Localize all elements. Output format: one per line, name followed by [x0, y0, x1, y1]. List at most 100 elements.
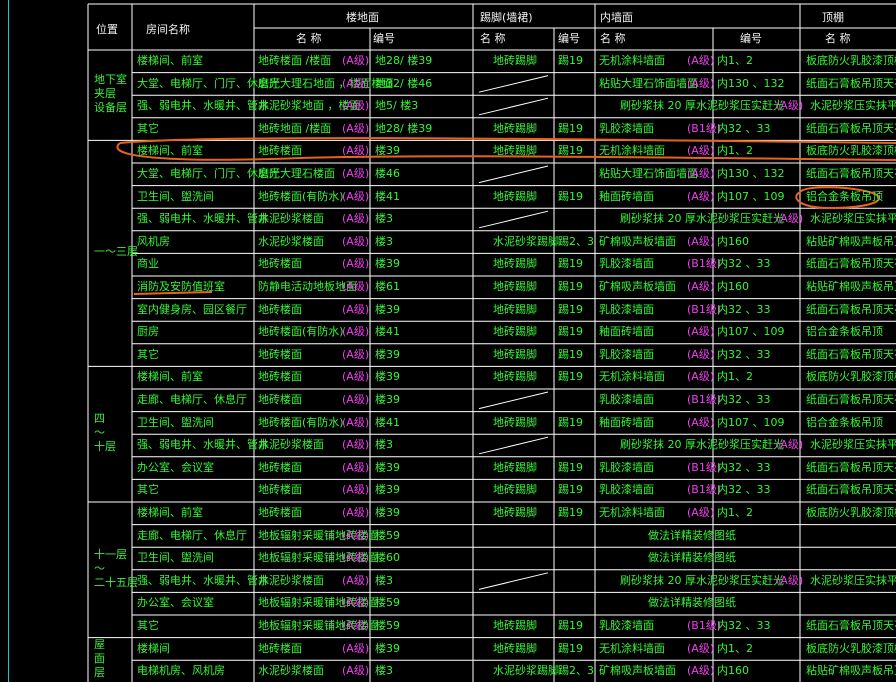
- wall-finish: 矿棉吸声板墙面: [599, 664, 676, 678]
- skirting-code: 踢2、3: [558, 234, 594, 248]
- skirting-code-header: 编号: [558, 32, 580, 45]
- ceiling-name-header: 名 称: [825, 32, 851, 45]
- skirting-code: 踢2、3: [558, 664, 594, 678]
- wall-finish: 釉面砖墙面: [599, 325, 654, 339]
- skirting-finish: 水泥砂浆踢脚: [493, 664, 559, 678]
- wall-finish: 矿棉吸声板墙面: [599, 234, 676, 248]
- floor-fire-class: (A级): [342, 664, 370, 678]
- wall-finish: 无机涂料墙面: [599, 144, 665, 158]
- floor-code: 楼59: [375, 528, 400, 542]
- wall-finish: 乳胶漆墙面: [599, 393, 654, 406]
- ceiling-finish: 水泥砂浆压实抹平: [810, 99, 896, 113]
- wall-finish: 无机涂料墙面: [599, 506, 665, 519]
- ceiling-finish: 铝合金条板吊顶: [806, 415, 883, 429]
- floor-finish: 水泥砂浆楼面: [258, 438, 324, 452]
- floor-fire-class: (A级): [342, 483, 370, 497]
- floor-finish: 地砖楼面: [258, 302, 302, 316]
- wall-finish: 乳胶漆墙面: [599, 347, 654, 361]
- wall-finish: 釉面砖墙面: [599, 415, 654, 429]
- wall-code-header: 编号: [740, 32, 762, 45]
- wall-fire-class: (A级): [687, 167, 715, 180]
- skirting-code: 踢19: [558, 257, 583, 271]
- floor-fire-class: (A级): [342, 280, 370, 293]
- floor-finish: 地砖楼面(有防水): [258, 325, 344, 339]
- room-name: 楼梯间: [137, 641, 170, 655]
- floor-finish: 地砖楼面: [258, 144, 302, 158]
- empty-cell-slash: [478, 210, 549, 229]
- cad-drawing-canvas: 位置 房间名称 楼地面 踢脚(墙裙) 内墙面 顶棚 名 称 编号 名 称 编号 …: [0, 0, 896, 682]
- wall-fire-class: (A级): [687, 144, 715, 158]
- skirting-finish: 地砖踢脚: [493, 302, 537, 316]
- wall-code: 内32 、33: [717, 302, 771, 316]
- group-label: 夹层: [94, 87, 116, 101]
- floor-code: 楼41: [375, 325, 400, 339]
- floor-name-header: 名 称: [296, 32, 322, 45]
- skirting-code: 踢19: [558, 506, 583, 519]
- ceiling-finish: 纸面石膏板吊顶天花板: [806, 302, 896, 316]
- floor-fire-class: (A级): [342, 167, 370, 180]
- wall-fire-class: (A级): [687, 280, 715, 293]
- wall-code: 内160: [717, 234, 749, 248]
- skirting-code: 踢19: [558, 280, 583, 293]
- wall-fire-class: (A级): [687, 76, 715, 90]
- floor-fire-class: (A级): [342, 506, 370, 519]
- floor-fire-class: (A级): [342, 528, 370, 542]
- room-name: 走廊、电梯厅、休息厅: [137, 393, 247, 406]
- group-label: 二十五层: [94, 575, 138, 589]
- wall-finish: 粘贴大理石饰面墙面: [599, 76, 698, 90]
- floor-fire-class: (A级): [342, 551, 370, 565]
- floor-code: 楼39: [375, 347, 400, 361]
- floor-finish: 地砖楼面(有防水): [258, 189, 344, 203]
- floor-fire-class: (A级): [342, 415, 370, 429]
- floor-finish: 磨光大理石地面 ，楼面楼面: [258, 76, 394, 90]
- wall-fire-class: (A级): [687, 641, 715, 655]
- floor-finish: 地砖楼面: [258, 506, 302, 519]
- wall-finish: 乳胶漆墙面: [599, 460, 654, 474]
- skirting-finish: 地砖踢脚: [493, 460, 537, 474]
- room-name: 办公室、会议室: [137, 596, 214, 610]
- skirting-name-header: 名 称: [480, 32, 506, 45]
- wall-code: 内32 、33: [717, 619, 771, 632]
- skirting-code: 踢19: [558, 302, 583, 316]
- room-name: 其它: [137, 483, 159, 497]
- room-name: 办公室、会议室: [137, 460, 214, 474]
- empty-cell-slash: [478, 436, 549, 455]
- floor-finish: 地砖地面 /楼面: [258, 121, 332, 135]
- room-name: 楼梯间、前室: [137, 144, 203, 158]
- wall-code: 内160: [717, 664, 749, 678]
- group-label: ～: [94, 426, 105, 440]
- header-room-name: 房间名称: [146, 23, 190, 36]
- room-name: 强、弱电井、水暖井、管井: [137, 573, 269, 587]
- floor-finish: 磨光大理石楼面: [258, 167, 335, 180]
- skirting-code: 踢19: [558, 641, 583, 655]
- room-name: 强、弱电井、水暖井、管井: [137, 438, 269, 452]
- wall-finish: 无机涂料墙面: [599, 641, 665, 655]
- header-floor: 楼地面: [346, 11, 379, 24]
- skirting-code: 踢19: [558, 121, 583, 135]
- ceiling-finish: 纸面石膏板吊顶天花板: [806, 483, 896, 497]
- floor-finish: 地砖楼面: [258, 460, 302, 474]
- wall-code: 内32 、33: [717, 257, 771, 271]
- skirting-finish: 地砖踢脚: [493, 506, 537, 519]
- wall-finish: 矿棉吸声板墙面: [599, 280, 676, 293]
- wall-code: 内107 、109: [717, 189, 785, 203]
- floor-fire-class: (A级): [342, 54, 370, 67]
- group-label: 十一层: [94, 547, 127, 561]
- floor-finish: 地砖楼面: [258, 641, 302, 655]
- floor-fire-class: (A级): [342, 393, 370, 406]
- floor-fire-class: (A级): [342, 573, 370, 587]
- floor-fire-class: (A级): [342, 76, 370, 90]
- ceiling-finish: 纸面石膏板吊顶天花板: [806, 76, 896, 90]
- floor-code: 楼3: [375, 212, 393, 226]
- skirting-finish: 地砖踢脚: [493, 641, 537, 655]
- floor-finish: 地砖楼面: [258, 370, 302, 384]
- floor-code: 楼39: [375, 506, 400, 519]
- floor-fire-class: (A级): [342, 325, 370, 339]
- header-wall: 内墙面: [600, 11, 633, 24]
- header-ceiling: 顶棚: [822, 11, 844, 24]
- wall-name-header: 名 称: [600, 32, 626, 45]
- floor-code: 楼39: [375, 144, 400, 158]
- floor-finish: 地砖楼面(有防水): [258, 415, 344, 429]
- floor-code: 地28/ 楼39: [375, 121, 433, 135]
- wall-code: 内107 、109: [717, 325, 785, 339]
